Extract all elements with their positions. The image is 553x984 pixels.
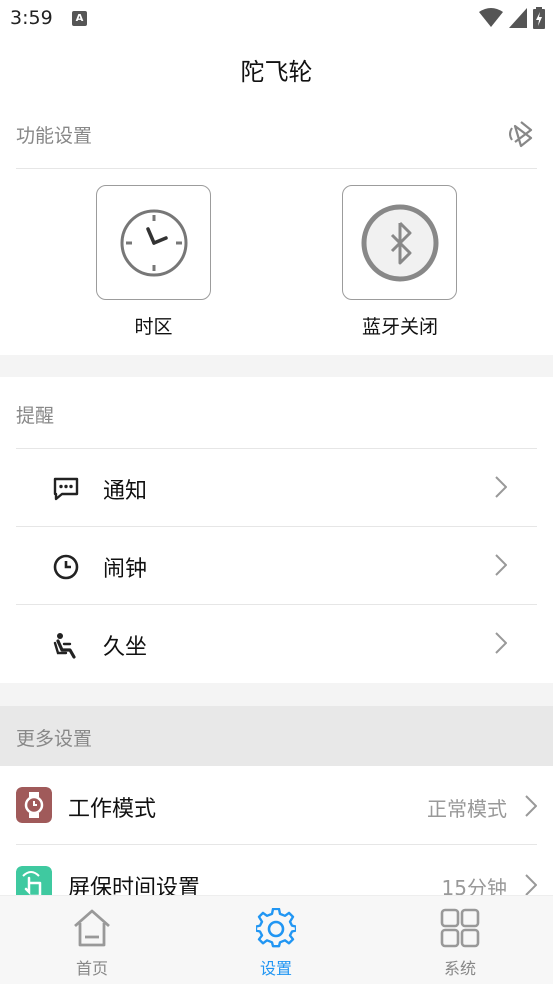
status-bar: 3:59 A	[0, 0, 553, 38]
page-title: 陀飞轮	[240, 58, 313, 86]
gear-icon	[256, 908, 296, 948]
reminder-label: 闹钟	[103, 557, 148, 582]
reminder-row-notification[interactable]: 通知	[0, 449, 553, 527]
nav-settings[interactable]: 设置	[236, 908, 316, 978]
signal-icon	[509, 8, 527, 28]
alarm-clock-icon	[53, 554, 79, 580]
reminders-header: 提醒	[16, 405, 55, 427]
status-icons	[479, 7, 545, 29]
bluetooth-label: 蓝牙关闭	[361, 316, 438, 338]
nav-home[interactable]: 首页	[52, 908, 132, 978]
chevron-right-icon	[525, 874, 537, 896]
divider	[16, 168, 537, 169]
function-settings-header: 功能设置	[16, 125, 93, 147]
wifi-icon	[479, 8, 503, 27]
notification-a-icon: A	[72, 11, 87, 26]
battery-icon	[533, 7, 545, 29]
bluetooth-status-icon[interactable]	[507, 118, 537, 150]
reminder-label: 通知	[103, 479, 148, 504]
work-mode-row[interactable]: 工作模式 正常模式	[0, 766, 553, 844]
clock-icon	[120, 209, 187, 276]
work-mode-label: 工作模式	[68, 797, 157, 822]
nav-system-label: 系统	[443, 959, 476, 978]
reminder-row-alarm[interactable]: 闹钟	[0, 527, 553, 605]
bluetooth-toggle-button[interactable]	[342, 185, 457, 300]
chevron-right-icon	[495, 476, 507, 498]
nav-home-label: 首页	[75, 959, 108, 978]
work-mode-value: 正常模式	[427, 797, 507, 821]
timezone-label: 时区	[134, 316, 173, 338]
timezone-button[interactable]	[96, 185, 211, 300]
bottom-nav: 首页 设置 系统	[0, 895, 553, 984]
reminder-row-sedentary[interactable]: 久坐	[0, 605, 553, 683]
chevron-right-icon	[495, 632, 507, 654]
status-time: 3:59	[10, 7, 53, 29]
reminder-label: 久坐	[103, 635, 148, 660]
more-settings-header: 更多设置	[16, 728, 93, 750]
nav-system[interactable]: 系统	[420, 908, 500, 978]
grid-icon	[440, 908, 480, 948]
chevron-right-icon	[495, 554, 507, 576]
section-gap	[0, 683, 553, 706]
bluetooth-icon	[361, 204, 438, 281]
home-icon	[74, 909, 110, 947]
section-gap	[0, 355, 553, 377]
chevron-right-icon	[525, 795, 537, 817]
watch-icon	[16, 787, 52, 823]
sitting-icon	[53, 633, 76, 659]
nav-settings-label: 设置	[259, 959, 292, 978]
message-icon	[53, 477, 79, 501]
